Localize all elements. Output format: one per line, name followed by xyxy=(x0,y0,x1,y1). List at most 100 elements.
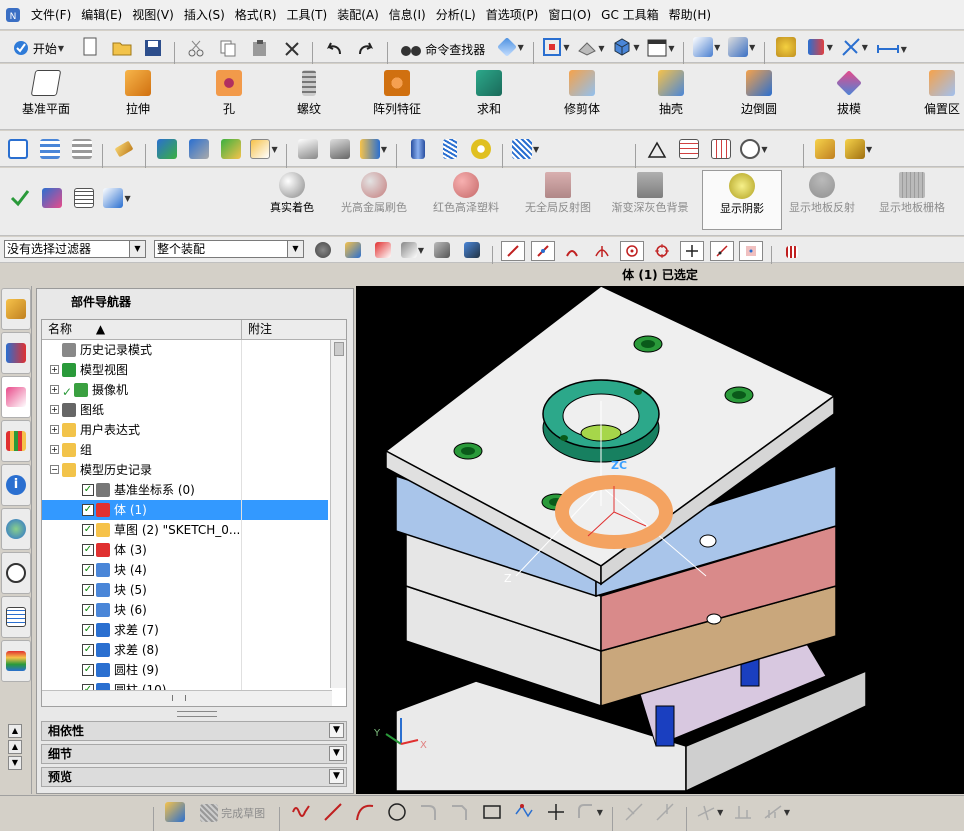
snap-on-curve-button[interactable] xyxy=(709,241,734,261)
fillet-button[interactable] xyxy=(417,800,441,824)
mold-wizard-button[interactable] xyxy=(813,137,837,161)
global-reflection-button[interactable]: 无全局反射图 xyxy=(518,170,598,230)
background-button[interactable]: ▼ xyxy=(647,36,675,60)
resource-tab-constraint-navigator[interactable] xyxy=(1,332,31,374)
surface-button[interactable] xyxy=(296,137,320,161)
paste-button[interactable] xyxy=(248,36,272,60)
tree-row[interactable]: 历史记录模式 xyxy=(42,340,346,360)
tree-row[interactable]: ✓ 块 (5) xyxy=(42,580,346,600)
line-button[interactable] xyxy=(321,800,345,824)
draft-button[interactable]: 拔模 xyxy=(824,70,874,126)
feature-select-button[interactable] xyxy=(341,239,365,261)
menu-assembly[interactable]: 装配(A) xyxy=(332,0,384,30)
resource-scroll-mid-button[interactable]: ▲ xyxy=(8,740,22,754)
tree-row[interactable]: ✓ 体 (1) xyxy=(42,500,346,520)
undo-button[interactable] xyxy=(322,37,346,61)
offset-region-button[interactable]: 偏置区 xyxy=(920,70,964,126)
snap-toggle-button[interactable] xyxy=(780,242,804,262)
tree-row[interactable]: ✓ 体 (3) xyxy=(42,540,346,560)
tree-row[interactable]: + ✓ 摄像机 xyxy=(42,380,346,400)
resource-scroll-down-button[interactable]: ▼ xyxy=(8,756,22,770)
redo-button[interactable] xyxy=(354,37,378,61)
expand-toggle-icon[interactable]: + xyxy=(50,365,59,374)
graphics-viewport[interactable]: ZC Z Y X xyxy=(356,286,964,794)
visibility-checkbox[interactable]: ✓ xyxy=(82,604,94,616)
layers-button[interactable] xyxy=(38,137,62,161)
sweep-button[interactable] xyxy=(328,137,352,161)
balloon-button[interactable]: ▼ xyxy=(740,137,768,161)
cylinder-button[interactable] xyxy=(406,137,430,161)
fit-view-button[interactable]: ▼ xyxy=(542,35,570,59)
splitter-handle[interactable] xyxy=(177,711,217,717)
hole-button[interactable]: 孔 xyxy=(204,70,254,126)
menu-view[interactable]: 视图(V) xyxy=(127,0,179,30)
column-note-header[interactable]: 附注 xyxy=(242,320,272,339)
resource-tab-web-browser[interactable] xyxy=(1,508,31,550)
metal-finish-button[interactable]: 光高金属刷色 xyxy=(334,170,414,230)
edge-blend-button[interactable]: 边倒圆 xyxy=(734,70,784,126)
arc-button[interactable] xyxy=(353,800,377,824)
menu-window[interactable]: 窗口(O) xyxy=(543,0,596,30)
spring-button[interactable] xyxy=(438,137,462,161)
menu-tools[interactable]: 工具(T) xyxy=(282,0,333,30)
polygon-button[interactable] xyxy=(512,800,536,824)
assembly-tree-button[interactable] xyxy=(40,186,64,210)
expand-toggle-icon[interactable]: + xyxy=(50,445,59,454)
snap-intersection-button[interactable] xyxy=(590,241,614,261)
resource-tab-process-studio[interactable] xyxy=(1,596,31,638)
coordinate-button[interactable]: ▼ xyxy=(841,35,868,59)
panel-preview[interactable]: 预览 ▼ xyxy=(41,767,347,787)
trim-body-button[interactable]: 修剪体 xyxy=(554,70,610,126)
cut-button[interactable] xyxy=(184,36,208,60)
tree-row[interactable]: ✓ 草图 (2) "SKETCH_0... xyxy=(42,520,346,540)
expand-toggle-icon[interactable]: + xyxy=(50,425,59,434)
grid-insert-button[interactable] xyxy=(709,137,733,161)
clearance-button[interactable]: ▼ xyxy=(103,186,131,210)
snap-midpoint-button[interactable] xyxy=(530,241,555,261)
measure-button[interactable]: ▼ xyxy=(876,37,907,61)
expand-toggle-icon[interactable]: + xyxy=(50,405,59,414)
menu-edit[interactable]: 编辑(E) xyxy=(76,0,127,30)
face-select-button[interactable]: ▼ xyxy=(400,239,424,261)
snap-on-surface-button[interactable] xyxy=(739,241,764,261)
general-select-button[interactable] xyxy=(311,239,335,261)
extrude-button[interactable]: 拉伸 xyxy=(108,70,168,126)
resource-tab-info[interactable]: i xyxy=(1,464,31,506)
edit-object-button[interactable] xyxy=(112,137,136,161)
shell-button[interactable]: 抽壳 xyxy=(646,70,696,126)
tree-row[interactable]: ✓ 圆柱 (9) xyxy=(42,660,346,680)
menu-help[interactable]: 帮助(H) xyxy=(664,0,716,30)
navigator-vertical-scrollbar[interactable] xyxy=(330,340,346,688)
copy-button[interactable] xyxy=(216,36,240,60)
point-button[interactable] xyxy=(544,800,568,824)
check-geometry-button[interactable] xyxy=(155,137,179,161)
resource-tab-reuse-library[interactable] xyxy=(1,420,31,462)
quick-extend-button[interactable] xyxy=(653,800,677,824)
sketch-task-button[interactable] xyxy=(163,800,187,824)
tree-row[interactable]: ✓ 求差 (7) xyxy=(42,620,346,640)
datum-plane-button[interactable]: 基准平面 xyxy=(14,70,78,126)
circle-button[interactable] xyxy=(385,800,409,824)
column-name-header[interactable]: 名称 ▲ xyxy=(42,320,242,339)
hammer-tool-button[interactable] xyxy=(187,137,211,161)
profile-button[interactable] xyxy=(289,800,313,824)
resource-tab-roles[interactable] xyxy=(1,640,31,682)
delete-button[interactable] xyxy=(280,37,304,61)
selection-scope-dropdown[interactable]: 整个装配 ▼ xyxy=(154,240,304,258)
tree-row[interactable]: + 图纸 xyxy=(42,400,346,420)
spring-tool-button[interactable]: ▼ xyxy=(512,137,539,161)
scrollbar-grip[interactable] xyxy=(172,695,186,701)
menu-info[interactable]: 信息(I) xyxy=(384,0,431,30)
resource-scroll-up-button[interactable]: ▲ xyxy=(8,724,22,738)
tree-row[interactable]: ✓ 基准坐标系 (0) xyxy=(42,480,346,500)
open-file-button[interactable] xyxy=(110,36,134,60)
resource-tab-part-navigator[interactable] xyxy=(1,376,31,418)
make-corner-button[interactable]: ▼ xyxy=(696,800,723,824)
constraints-button[interactable] xyxy=(731,800,755,824)
rectangle-button[interactable] xyxy=(480,800,504,824)
snap-point-button[interactable]: ▼ xyxy=(806,35,833,59)
edge-select-button[interactable] xyxy=(371,239,395,261)
triangle-button[interactable] xyxy=(645,138,669,162)
mold-base-model[interactable]: ZC Z Y X xyxy=(356,286,964,794)
table-button[interactable] xyxy=(677,137,701,161)
